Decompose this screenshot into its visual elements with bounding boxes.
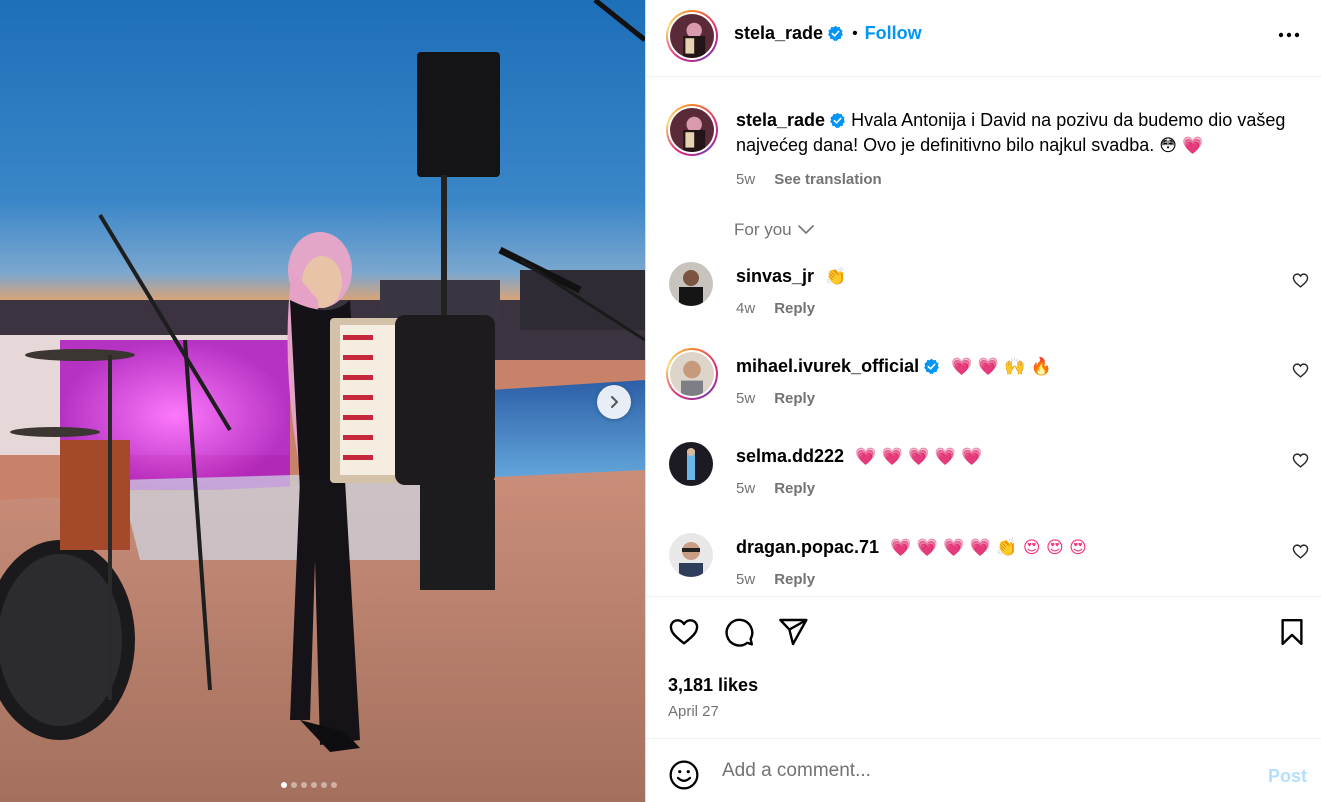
carousel-dot bbox=[311, 782, 317, 788]
like-comment-heart-icon[interactable] bbox=[1292, 543, 1309, 560]
like-comment-heart-icon[interactable] bbox=[1292, 272, 1309, 289]
verified-badge-icon bbox=[830, 112, 845, 129]
post-comment-button[interactable]: Post bbox=[1268, 766, 1307, 787]
comment-item: dragan.popac.71 💗 💗 💗 💗 👏 😍 😍 😍 5w Reply bbox=[646, 533, 1321, 596]
comment-sort-dropdown[interactable]: For you bbox=[734, 220, 814, 240]
comment-item: mihael.ivurek_official 💗 💗 🙌 🔥 5w Reply bbox=[646, 348, 1321, 434]
commenter-avatar[interactable] bbox=[666, 348, 718, 400]
add-comment-bar: Post bbox=[646, 738, 1321, 802]
caption-username[interactable]: stela_rade bbox=[736, 110, 825, 130]
comment-meta: 5w Reply bbox=[736, 480, 815, 497]
carousel-dot bbox=[321, 782, 327, 788]
comment-username[interactable]: selma.dd222 bbox=[736, 446, 844, 466]
comment-sort-label: For you bbox=[734, 220, 792, 239]
separator-dot: • bbox=[852, 24, 858, 42]
comment-body: 💗 💗 🙌 🔥 bbox=[951, 357, 1052, 377]
carousel-dot bbox=[291, 782, 297, 788]
caption-age: 5w bbox=[736, 171, 756, 188]
comment-text-line: dragan.popac.71 💗 💗 💗 💗 👏 😍 😍 😍 bbox=[736, 535, 1087, 561]
commenter-avatar[interactable] bbox=[669, 262, 713, 306]
post-side-panel: stela_rade • Follow stela_rade Hvala Ant… bbox=[645, 0, 1321, 802]
like-comment-heart-icon[interactable] bbox=[1292, 452, 1309, 469]
reply-button[interactable]: Reply bbox=[774, 390, 815, 407]
comment-meta: 4w Reply bbox=[736, 300, 815, 317]
carousel-next-button[interactable] bbox=[597, 385, 631, 419]
like-heart-icon[interactable] bbox=[668, 616, 700, 648]
comment-item: selma.dd222 💗 💗 💗 💗 💗 5w Reply bbox=[646, 442, 1321, 524]
comment-body: 💗 💗 💗 💗 💗 bbox=[855, 447, 983, 467]
commenter-avatar[interactable] bbox=[669, 442, 713, 486]
comment-username[interactable]: mihael.ivurek_official bbox=[736, 356, 919, 376]
verified-badge-icon bbox=[828, 25, 843, 42]
post-media bbox=[0, 0, 645, 802]
comment-item: sinvas_jr 👏 4w Reply bbox=[646, 262, 1321, 344]
caption-author-avatar[interactable] bbox=[666, 104, 718, 156]
like-comment-heart-icon[interactable] bbox=[1292, 362, 1309, 379]
reply-button[interactable]: Reply bbox=[774, 480, 815, 497]
comment-body: 💗 💗 💗 💗 👏 😍 😍 😍 bbox=[890, 538, 1087, 558]
caption-meta: 5w See translation bbox=[736, 167, 1296, 192]
save-bookmark-icon[interactable] bbox=[1277, 616, 1307, 648]
carousel-dot bbox=[301, 782, 307, 788]
author-line: stela_rade • Follow bbox=[734, 23, 922, 44]
caption-emojis: 😳 💗 bbox=[1159, 136, 1204, 156]
commenter-avatar[interactable] bbox=[669, 533, 713, 577]
comment-text-line: mihael.ivurek_official 💗 💗 🙌 🔥 bbox=[736, 354, 1052, 380]
comments-section[interactable]: stela_rade Hvala Antonija i David na poz… bbox=[646, 78, 1321, 596]
comment-age: 4w bbox=[736, 300, 756, 317]
see-translation-link[interactable]: See translation bbox=[774, 167, 882, 192]
comment-age: 5w bbox=[736, 480, 756, 497]
post-actions: 3,181 likes April 27 bbox=[646, 596, 1321, 738]
add-comment-input[interactable] bbox=[722, 757, 1242, 785]
author-avatar[interactable] bbox=[666, 10, 718, 62]
author-username[interactable]: stela_rade bbox=[734, 23, 823, 44]
comment-bubble-icon[interactable] bbox=[723, 616, 755, 648]
likes-count[interactable]: 3,181 likes bbox=[668, 675, 758, 696]
comment-username[interactable]: sinvas_jr bbox=[736, 266, 814, 286]
post-caption: stela_rade Hvala Antonija i David na poz… bbox=[736, 108, 1296, 192]
comment-body: 👏 bbox=[825, 267, 847, 287]
comment-meta: 5w Reply bbox=[736, 571, 815, 588]
carousel-indicator bbox=[281, 782, 337, 788]
comment-username[interactable]: dragan.popac.71 bbox=[736, 537, 879, 557]
reply-button[interactable]: Reply bbox=[774, 571, 815, 588]
reply-button[interactable]: Reply bbox=[774, 300, 815, 317]
comment-text-line: selma.dd222 💗 💗 💗 💗 💗 bbox=[736, 444, 983, 470]
verified-badge-icon bbox=[924, 358, 939, 375]
chevron-down-icon bbox=[797, 225, 814, 235]
post-date[interactable]: April 27 bbox=[668, 703, 719, 720]
share-send-icon[interactable] bbox=[777, 616, 809, 648]
follow-button[interactable]: Follow bbox=[865, 23, 922, 44]
post-header: stela_rade • Follow bbox=[646, 0, 1321, 77]
chevron-right-icon bbox=[611, 396, 618, 408]
comment-text-line: sinvas_jr 👏 bbox=[736, 264, 846, 290]
post-photo bbox=[0, 0, 645, 802]
comment-age: 5w bbox=[736, 571, 756, 588]
more-options-icon[interactable] bbox=[1276, 24, 1302, 50]
comment-age: 5w bbox=[736, 390, 756, 407]
comment-meta: 5w Reply bbox=[736, 390, 815, 407]
carousel-dot bbox=[331, 782, 337, 788]
emoji-smiley-icon[interactable] bbox=[668, 759, 700, 791]
carousel-dot bbox=[281, 782, 287, 788]
